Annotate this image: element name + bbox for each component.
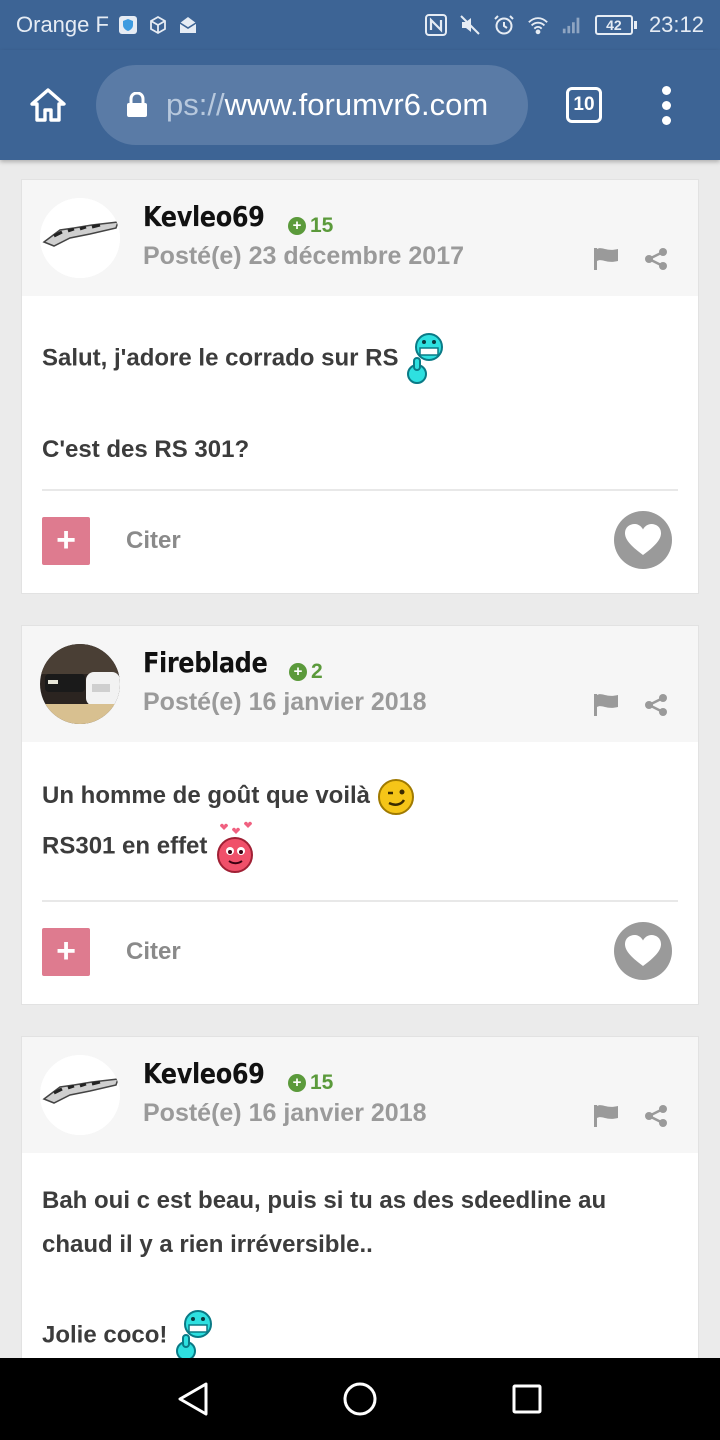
alarm-icon <box>493 14 515 36</box>
multiquote-add-button[interactable]: + <box>42 928 90 976</box>
browser-toolbar: ps://www.forumvr6.com 10 <box>0 50 720 160</box>
cube-icon <box>147 14 169 36</box>
back-triangle-icon <box>178 1382 208 1416</box>
reputation-badge: + 15 <box>288 214 333 238</box>
mute-icon <box>459 14 481 36</box>
wink-smiley-icon <box>377 778 414 815</box>
like-button[interactable] <box>614 922 672 980</box>
post: Kevleo69 + 15 Posté(e) 23 décembre 2017 … <box>21 179 699 594</box>
post-text-line: Un homme de goût que voilà <box>42 782 371 809</box>
post: Fireblade + 2 Posté(e) 16 janvier 2018 U… <box>21 625 699 1005</box>
post-text-line: C'est des RS 301? <box>42 436 250 463</box>
home-icon <box>30 88 66 122</box>
post-footer: + Citer <box>42 900 678 1004</box>
post-header: Fireblade + 2 Posté(e) 16 janvier 2018 <box>22 626 698 742</box>
reputation-count: 15 <box>310 214 334 237</box>
plus-circle-icon: + <box>288 217 306 235</box>
tabs-button[interactable]: 10 <box>566 87 602 123</box>
avatar[interactable] <box>40 198 120 278</box>
author-name[interactable]: Fireblade <box>143 646 268 679</box>
share-icon[interactable] <box>644 693 668 717</box>
signal-icon <box>561 14 583 36</box>
in-love-smiley-icon <box>217 821 254 873</box>
post-body: Salut, j'adore le corrado sur RS C'est d… <box>22 296 698 472</box>
battery-level: 42 <box>594 15 633 35</box>
post-body: Un homme de goût que voilà RS301 en effe… <box>22 742 698 874</box>
plus-circle-icon: + <box>289 663 307 681</box>
home-nav-button[interactable] <box>340 1379 380 1419</box>
report-flag-icon[interactable] <box>592 246 620 272</box>
avatar[interactable] <box>40 644 120 724</box>
recents-square-icon <box>512 1384 542 1414</box>
shield-icon <box>117 14 139 36</box>
car-garage-avatar <box>40 644 120 724</box>
report-flag-icon[interactable] <box>592 1103 620 1129</box>
post-text-line: Jolie coco! <box>42 1321 168 1349</box>
url-host: www.forumvr6.com <box>224 87 489 122</box>
thumbs-up-smiley-icon <box>176 1310 213 1361</box>
post-text-line: RS301 en effet <box>42 832 208 860</box>
reputation-count: 2 <box>311 660 323 683</box>
heart-icon <box>625 935 661 966</box>
plus-circle-icon: + <box>288 1074 306 1092</box>
post-text-line: Bah oui c est beau, puis si tu as des sd… <box>42 1187 607 1214</box>
nfc-icon <box>424 14 447 36</box>
wifi-icon <box>527 14 549 36</box>
post-text-line: Salut, j'adore le corrado sur RS <box>42 344 399 372</box>
reputation-count: 15 <box>310 1071 334 1094</box>
back-button[interactable] <box>173 1379 213 1419</box>
post-date: Posté(e) 16 janvier 2018 <box>143 1099 427 1127</box>
recents-button[interactable] <box>507 1379 547 1419</box>
post-header: Kevleo69 + 15 Posté(e) 23 décembre 2017 <box>22 180 698 296</box>
home-circle-icon <box>343 1382 377 1416</box>
author-name[interactable]: Kevleo69 <box>143 1057 265 1090</box>
post-date: Posté(e) 16 janvier 2018 <box>143 688 427 716</box>
reputation-badge: + 15 <box>288 1071 333 1095</box>
post-header: Kevleo69 + 15 Posté(e) 16 janvier 2018 <box>22 1037 698 1153</box>
quote-button[interactable]: Citer <box>126 527 181 555</box>
overflow-menu-button[interactable] <box>660 85 672 125</box>
like-button[interactable] <box>614 511 672 569</box>
mail-icon <box>177 14 199 36</box>
clock: 23:12 <box>648 12 704 37</box>
post-text-line: chaud il y a rien irréversible.. <box>42 1231 373 1258</box>
thumbs-up-smiley-icon <box>407 333 444 384</box>
post-body: Bah oui c est beau, puis si tu as des sd… <box>22 1153 698 1363</box>
post-date: Posté(e) 23 décembre 2017 <box>143 242 465 270</box>
carrier-label: Orange F <box>16 12 109 37</box>
share-icon[interactable] <box>644 1104 668 1128</box>
vr6-logo-avatar <box>40 1055 120 1135</box>
home-button[interactable] <box>22 79 74 131</box>
report-flag-icon[interactable] <box>592 692 620 718</box>
heart-icon <box>625 524 661 555</box>
avatar[interactable] <box>40 1055 120 1135</box>
url-scheme: ps:// <box>166 87 225 122</box>
lock-icon <box>127 92 147 117</box>
reputation-badge: + 2 <box>289 660 323 684</box>
author-name[interactable]: Kevleo69 <box>143 200 265 233</box>
post: Kevleo69 + 15 Posté(e) 16 janvier 2018 B… <box>21 1036 699 1376</box>
system-nav-bar <box>0 1358 720 1440</box>
status-bar: Orange F 42 23:12 <box>0 0 720 50</box>
share-icon[interactable] <box>644 247 668 271</box>
multiquote-add-button[interactable]: + <box>42 517 90 565</box>
vr6-logo-avatar <box>40 198 120 278</box>
post-footer: + Citer <box>42 489 678 593</box>
quote-button[interactable]: Citer <box>126 938 181 966</box>
battery-icon: 42 <box>594 15 637 35</box>
url-text: ps://www.forumvr6.com <box>166 87 488 123</box>
url-bar[interactable]: ps://www.forumvr6.com <box>96 65 528 145</box>
